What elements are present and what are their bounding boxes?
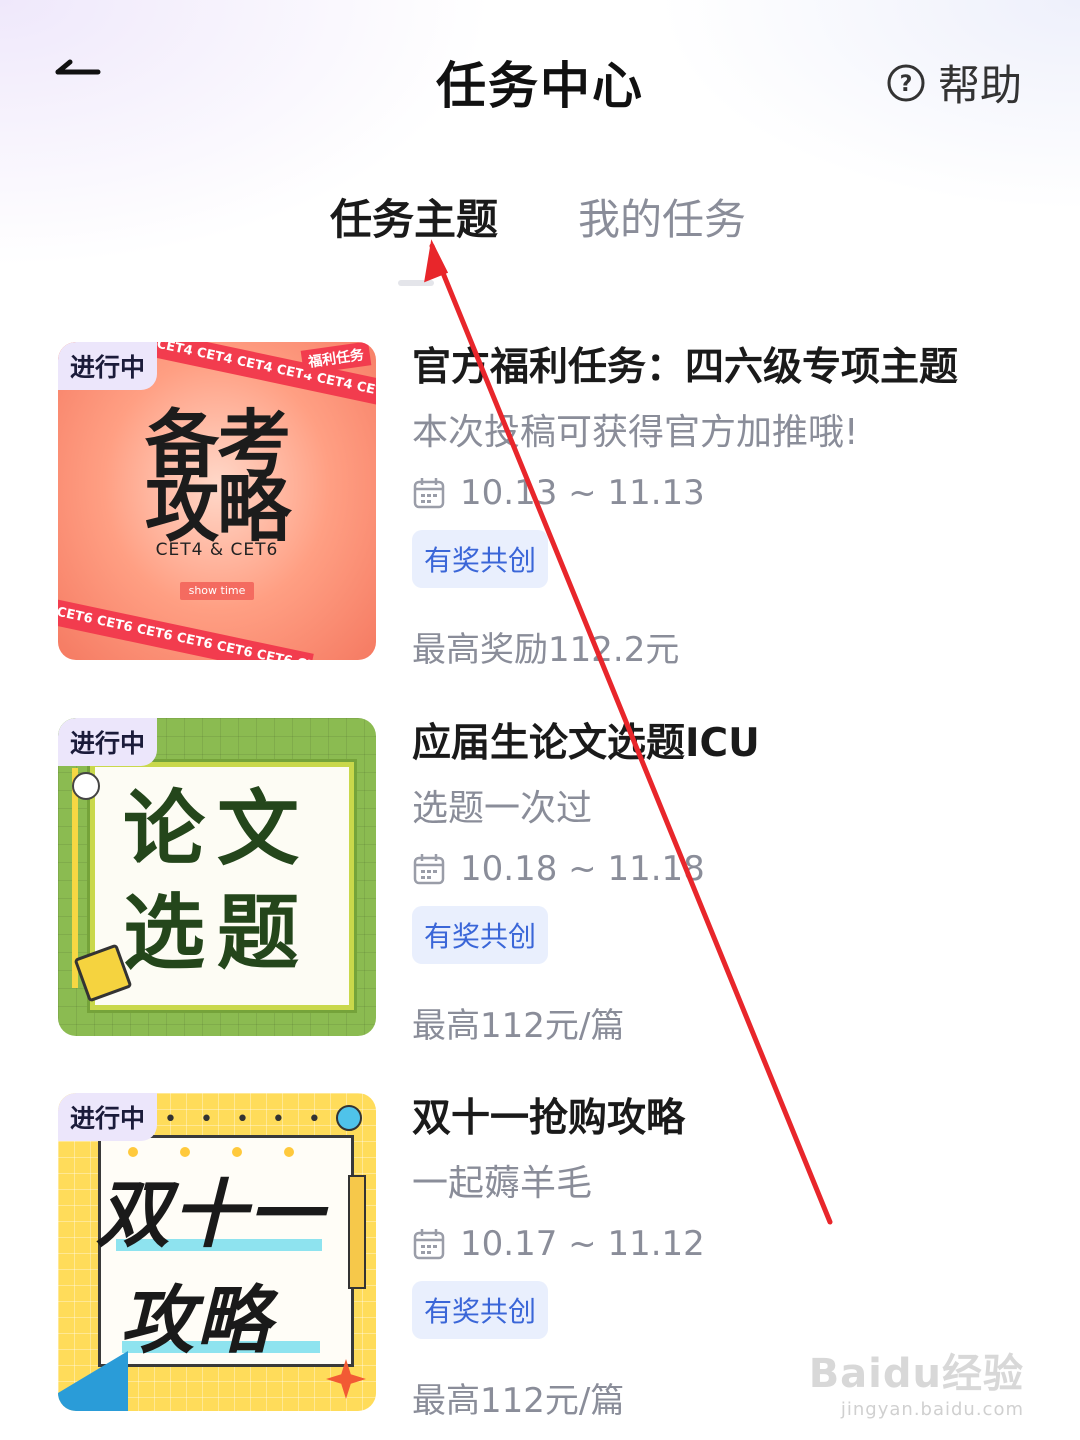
calendar-icon	[413, 1229, 445, 1260]
help-label: 帮助	[937, 61, 1022, 110]
calendar-icon	[413, 854, 445, 885]
reward-tag: 有奖共创	[412, 906, 549, 964]
task-title: 双十一抢购攻略	[412, 1096, 686, 1141]
task-reward: 最高奖励112.2元	[412, 630, 680, 670]
megaphone-icon	[58, 1351, 128, 1411]
task-date: 10.13 ~ 11.13	[460, 473, 705, 513]
pacman-icon	[336, 1105, 362, 1131]
task-subtitle: 一起薅羊毛	[412, 1163, 593, 1204]
task-subtitle: 选题一次过	[412, 788, 593, 829]
reward-tag: 有奖共创	[412, 530, 549, 588]
task-card-thesis[interactable]: 进行中 论文 选题 应届生论文选题ICU 选题一次过 10.18 ~ 11.18…	[58, 718, 1038, 1046]
reward-tag: 有奖共创	[412, 1281, 549, 1339]
calendar-icon	[413, 478, 445, 509]
task-info: 官方福利任务：四六级专项主题 本次投稿可获得官方加推哦! 10.13 ~ 11.…	[412, 342, 1032, 671]
task-date-row: 10.13 ~ 11.13	[412, 468, 1032, 518]
task-subtitle: 本次投稿可获得官方加推哦!	[412, 412, 859, 453]
status-badge: 进行中	[58, 342, 158, 390]
tab-bar: 任务主题 我的任务	[0, 186, 1080, 296]
help-button[interactable]: ? 帮助	[886, 52, 1022, 113]
svg-text:?: ?	[900, 72, 913, 97]
task-info: 应届生论文选题ICU 选题一次过 10.18 ~ 11.18 有奖共创 最高11…	[412, 718, 1032, 1047]
tab-task-topics[interactable]: 任务主题	[330, 186, 498, 247]
task-thumbnail: 进行中 CET4 CET4 CET4 CET4 CET4 CET4 CET4 福…	[58, 342, 376, 660]
task-date-row: 10.17 ~ 11.12	[412, 1219, 1032, 1269]
tab-my-tasks[interactable]: 我的任务	[578, 186, 746, 247]
task-title: 应届生论文选题ICU	[412, 721, 760, 766]
thumb-pill: show time	[180, 582, 254, 600]
thumb-headline-1: 论文	[122, 782, 311, 877]
thumb-caption: CET4 & CET6	[155, 540, 279, 560]
thumb-corner-label: 福利任务	[300, 342, 372, 375]
watermark-logo: Baidu经验	[808, 1351, 1024, 1397]
task-date: 10.17 ~ 11.12	[460, 1224, 705, 1264]
task-title: 官方福利任务：四六级专项主题	[412, 345, 959, 390]
thumb-headline-1: 双十一	[96, 1172, 324, 1258]
thumb-stripe-bottom: CET6 CET6 CET6 CET6 CET6 CET6 CET6	[58, 598, 314, 660]
watermark-url: jingyan.baidu.com	[840, 1399, 1024, 1420]
task-thumbnail: 进行中 • • • • • • • • • 双十一 攻略	[58, 1093, 376, 1411]
task-card-cet[interactable]: 进行中 CET4 CET4 CET4 CET4 CET4 CET4 CET4 福…	[58, 342, 1038, 670]
question-circle-icon: ?	[887, 64, 925, 101]
status-badge: 进行中	[58, 1093, 158, 1141]
task-date: 10.18 ~ 11.18	[460, 849, 705, 889]
task-date-row: 10.18 ~ 11.18	[412, 844, 1032, 894]
tab-indicator	[398, 280, 434, 286]
task-thumbnail: 进行中 论文 选题	[58, 718, 376, 1036]
thumb-side-tab	[348, 1175, 366, 1289]
header-bar: 任务中心 ? 帮助	[0, 0, 1080, 160]
baidu-watermark: Baidu经验 jingyan.baidu.com	[809, 1341, 1024, 1420]
thumb-headline-2: 攻略	[120, 1278, 272, 1364]
task-reward: 最高112元/篇	[412, 1006, 625, 1046]
thumb-headline-2: 攻略	[145, 466, 291, 552]
status-badge: 进行中	[58, 718, 158, 766]
